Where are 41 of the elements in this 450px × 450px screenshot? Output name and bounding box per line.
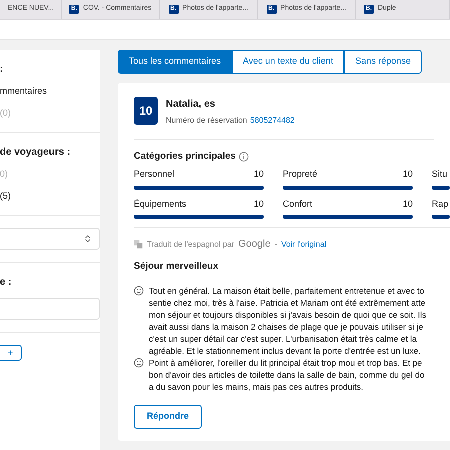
filter-tab[interactable]: Sans réponse — [344, 50, 422, 74]
sad-face-icon — [134, 358, 144, 368]
view-original-link[interactable]: Voir l'original — [281, 238, 327, 251]
translate-icon — [134, 240, 143, 250]
input-field[interactable] — [0, 298, 100, 320]
category-score: 10 — [402, 168, 413, 182]
category-label: Situ — [432, 168, 448, 182]
smiley-icon — [134, 286, 144, 296]
category-label: Équipements — [134, 198, 187, 211]
filter-option: (0) — [0, 106, 100, 120]
category-label: Rap — [432, 198, 449, 211]
select-field[interactable] — [0, 228, 100, 250]
add-button[interactable]: + — [0, 345, 22, 361]
separator-text: - — [274, 238, 278, 251]
category-label: Propreté — [283, 168, 318, 182]
review-text: Point à améliorer, l'oreiller du lit principal était trop mou et trop bas. Et pe bon d'avoir des articles de toilette dans la salle de bain, comme du gel do a du savon pour les mains, mais pas ces autres produits. — [149, 356, 425, 392]
filter-heading: de voyageurs : — [0, 146, 72, 160]
review-title: Séjour merveilleux — [134, 260, 220, 274]
info-icon[interactable] — [238, 152, 249, 162]
filter-option[interactable]: (5) — [0, 190, 100, 203]
filter-tab[interactable]: Avec un texte du client — [232, 50, 344, 74]
translation-note: Traduit de l'espagnol par — [147, 238, 235, 251]
filter-option: 0) — [0, 168, 100, 182]
filter-heading: : — [0, 63, 4, 77]
categories-title: Catégories principales — [134, 150, 236, 164]
filter-heading: e : — [0, 276, 13, 290]
category-score: 10 — [254, 198, 264, 211]
category-label: Confort — [283, 198, 313, 211]
filter-tab[interactable]: Tous les commentaires — [118, 50, 232, 74]
guest-name: Natalia, es — [166, 98, 216, 112]
filter-option[interactable]: mmentaires — [0, 85, 100, 98]
category-score: 10 — [254, 168, 264, 182]
category-score: 10 — [402, 198, 413, 211]
chevron-icon — [85, 235, 91, 243]
score-badge: 10 — [134, 97, 158, 125]
category-label: Personnel — [134, 168, 175, 182]
google-label: Google — [238, 238, 271, 252]
booking-number-link[interactable]: 5805274482 — [250, 115, 295, 127]
reply-button[interactable]: Répondre — [134, 404, 202, 428]
booking-label: Numéro de réservation — [166, 115, 248, 127]
review-text: Tout en général. La maison était belle, parfaitement entretenue et avec to sentie chez moi, très à l'aise. Patricia et Mariam ont été extrêmement atte mon séjour et toujours disponibles si j'avais besoin de quoi que ce soit. Ils avait aussi dans la maison 2 chaises de plage que je pouvais utiliser si je c'est un super détail car c'est super. L'urbanisation était très calme et la agréable. Et le stationnement inclus devant la porte d'entrée est un luxe. — [149, 284, 427, 356]
